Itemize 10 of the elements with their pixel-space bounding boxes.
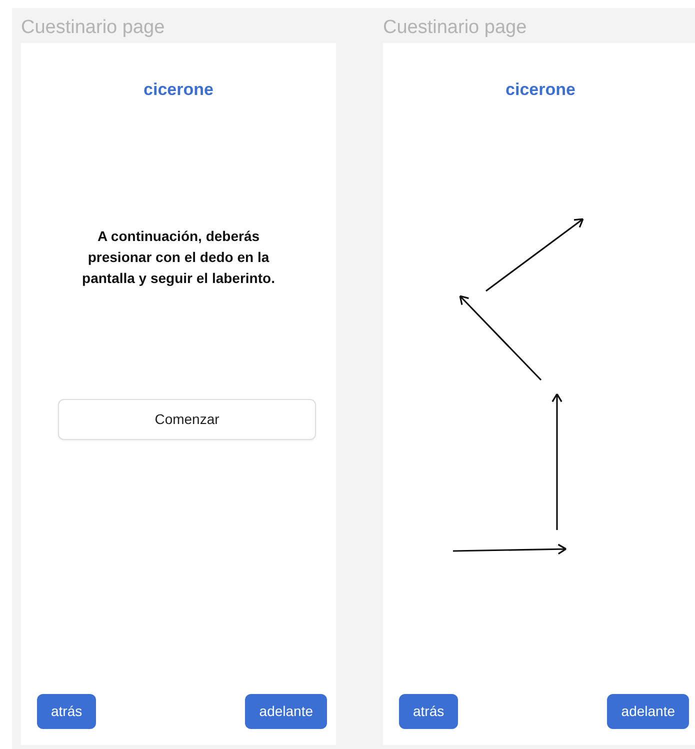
next-button[interactable]: adelante: [245, 694, 327, 729]
back-button[interactable]: atrás: [399, 694, 458, 729]
start-button[interactable]: Comenzar: [58, 399, 316, 440]
next-button[interactable]: adelante: [607, 694, 689, 729]
frame-title: Cuestinario page: [383, 16, 527, 40]
frame-title: Cuestinario page: [21, 16, 165, 40]
logo: cicerone: [144, 79, 214, 101]
back-button[interactable]: atrás: [37, 694, 96, 729]
instruction-text: A continuación, deberás presionar con el dedo en la pantalla y seguir el laberinto.: [81, 227, 276, 288]
logo: cicerone: [506, 79, 576, 101]
